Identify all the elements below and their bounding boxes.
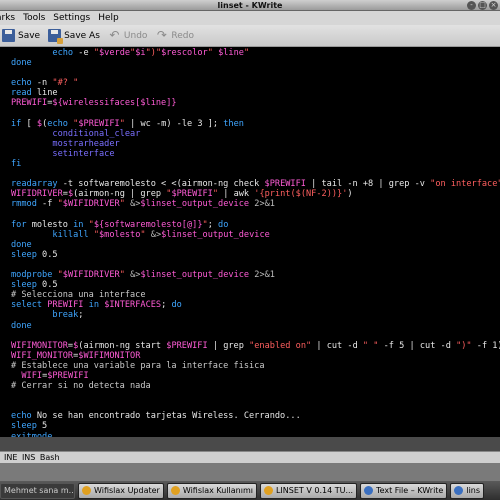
code-line: sleep 0.5 — [11, 280, 58, 291]
redo-button[interactable]: ↷ Redo — [153, 25, 200, 47]
code-line: fi — [11, 159, 22, 170]
undo-icon: ↶ — [109, 28, 120, 42]
save-as-button[interactable]: Save As — [46, 25, 106, 47]
minimize-button[interactable]: - — [467, 1, 476, 10]
taskbar-item[interactable]: Wifislax Updater — [78, 482, 164, 499]
taskbar-item-label: Wifislax Kullanımı — [182, 486, 253, 495]
code-line: modprobe "$WIFIDRIVER" &>$linset_output_… — [11, 270, 275, 281]
save-as-label: Save As — [64, 30, 100, 41]
status-bar: INE INS Bash — [0, 451, 500, 463]
code-line: select PREWIFI in $INTERFACES; do — [11, 300, 182, 311]
code-line: echo No se han encontrado tarjetas Wirel… — [11, 411, 301, 422]
code-line: done — [11, 320, 32, 331]
app-icon — [82, 486, 91, 495]
maximize-button[interactable]: □ — [478, 1, 487, 10]
app-icon — [170, 486, 180, 495]
status-text: INE INS Bash — [4, 453, 60, 462]
desktop-area — [0, 463, 500, 481]
code-line: echo -e "$verde"$i")"$rescolor" $line" — [52, 48, 250, 58]
code-line: sleep 5 — [11, 421, 48, 432]
app-icon — [454, 486, 464, 495]
code-line: WIFIMONITOR=$(airmon-ng start $PREWIFI |… — [11, 340, 500, 351]
menu-bookmarks[interactable]: arks — [0, 11, 23, 25]
taskbar-item-label: LINSET V 0.14 TU... — [275, 486, 354, 495]
code-line: # Selecciona una interface — [11, 290, 146, 301]
code-line: PREWIFI=${wirelessifaces[$line]} — [11, 98, 177, 109]
code-line: conditional_clear — [52, 128, 141, 139]
code-line: WIFI_MONITOR=$WIFIMONITOR — [11, 350, 141, 361]
taskbar: Mehmet sana m... Wifislax Updater Wifislax… — [0, 481, 500, 500]
save-icon — [2, 29, 15, 42]
code-line: # Cerrar si no detecta nada — [11, 381, 151, 392]
view-bar — [0, 437, 500, 451]
undo-button[interactable]: ↶ Undo — [106, 25, 154, 47]
save-label: Save — [18, 30, 41, 41]
close-button[interactable]: × — [489, 1, 498, 10]
redo-icon: ↷ — [156, 28, 167, 42]
taskbar-item-label: lins — [466, 486, 481, 495]
window-controls: - □ × — [467, 1, 498, 10]
code-line: WIFI=$PREWIFI — [21, 371, 89, 381]
code-line: # Establece una variable para la interfa… — [11, 360, 265, 371]
taskbar-item[interactable]: LINSET V 0.14 TU... — [259, 482, 358, 499]
menu-settings[interactable]: Settings — [53, 11, 98, 25]
window-title: linset - KWrite — [217, 1, 283, 10]
code-line: read line — [11, 88, 58, 99]
undo-label: Undo — [123, 30, 148, 41]
menu-help[interactable]: Help — [98, 11, 127, 25]
code-line: if [ $(echo "$PREWIFI" | wc -m) -le 3 ];… — [11, 118, 244, 129]
text-editor[interactable]: echo -e "$verde"$i")"$rescolor" $line" d… — [0, 47, 500, 437]
code-view[interactable]: echo -e "$verde"$i")"$rescolor" $line" d… — [0, 47, 500, 437]
app-icon — [263, 486, 273, 495]
code-line: readarray -t softwaremolesto < <(airmon-… — [11, 179, 500, 190]
code-line: done — [11, 239, 32, 250]
code-line: sleep 0.5 — [11, 249, 58, 260]
code-line: for molesto in "${softwaremolesto[@]}"; … — [11, 219, 229, 230]
code-line: break; — [52, 310, 84, 321]
code-line: WIFIDRIVER=$(airmon-ng | grep "$PREWIFI"… — [11, 189, 353, 200]
app-icon — [364, 486, 374, 495]
code-line: killall "$molesto" &>$linset_output_devi… — [52, 229, 270, 240]
taskbar-item-label: Wifislax Updater — [94, 486, 160, 495]
taskbar-item[interactable]: lins — [450, 482, 485, 499]
code-line: rmmod -f "$WIFIDRIVER" &>$linset_output_… — [11, 199, 275, 210]
taskbar-item[interactable]: Mehmet sana m... — [0, 482, 75, 499]
title-bar: linset - KWrite - □ × — [0, 0, 500, 11]
taskbar-item-label: Mehmet sana m... — [4, 486, 75, 495]
taskbar-item[interactable]: Wifislax Kullanımı — [166, 482, 257, 499]
taskbar-item[interactable]: Text File – KWrite — [360, 482, 448, 499]
menu-bar: arks Tools Settings Help — [0, 11, 500, 25]
code-line: done — [11, 58, 32, 69]
save-button[interactable]: Save — [0, 25, 46, 47]
redo-label: Redo — [171, 30, 195, 41]
taskbar-item-label: Text File – KWrite — [376, 486, 444, 495]
code-line: echo -n "#? " — [11, 78, 79, 89]
menu-tools[interactable]: Tools — [23, 11, 53, 25]
code-line: mostrarheader — [52, 138, 120, 149]
code-line: setinterface — [52, 148, 115, 159]
toolbar: Save Save As ↶ Undo ↷ Redo — [0, 25, 500, 47]
save-as-icon — [48, 29, 64, 44]
